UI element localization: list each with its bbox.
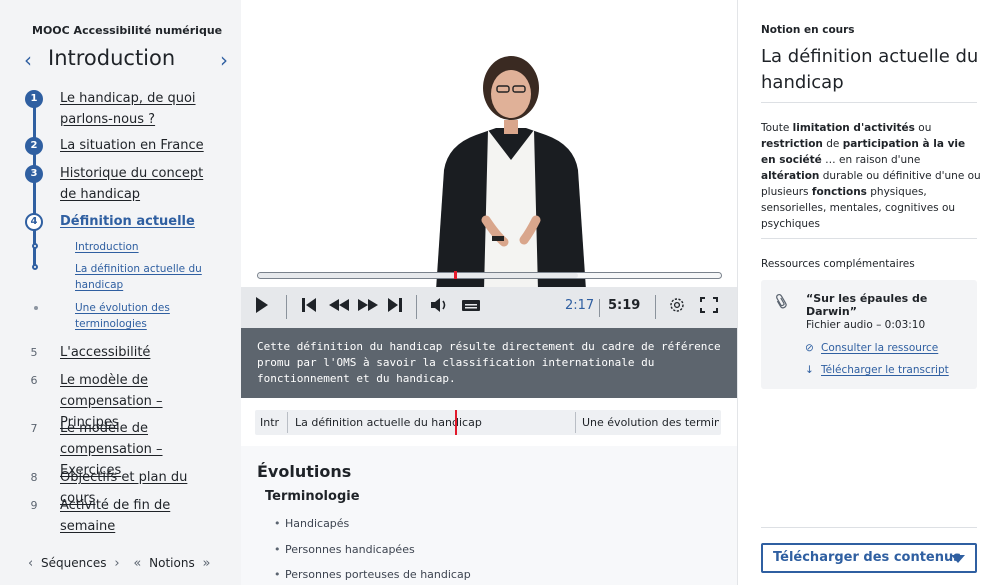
- subitem-introduction[interactable]: Introduction: [75, 239, 215, 255]
- chevron-right-icon[interactable]: ›: [220, 48, 228, 72]
- notion-label: Notion en cours: [761, 24, 855, 36]
- subitem-definition[interactable]: La définition actuelle du handicap: [75, 261, 215, 293]
- sequence-number: 6: [30, 374, 38, 387]
- subitem-marker: [34, 306, 38, 310]
- sequence-number: 1: [25, 90, 43, 108]
- resource-title: “Sur les épaules de Darwin”: [806, 292, 928, 318]
- download-transcript-label[interactable]: Télécharger le transcript: [821, 364, 949, 376]
- definition-text: ou: [914, 122, 932, 134]
- divider: [655, 295, 656, 319]
- consult-resource-label[interactable]: Consulter la ressource: [821, 342, 938, 354]
- sequence-label[interactable]: Le handicap, de quoi parlons-nous ?: [60, 88, 222, 130]
- transcript-text: Cette définition du handicap résulte dir…: [257, 340, 721, 385]
- sequence-label[interactable]: Activité de fin de semaine: [60, 495, 222, 537]
- sequence-number: 7: [30, 422, 38, 435]
- timeline-cursor[interactable]: [455, 410, 457, 435]
- definition-emphasis: limitation d'activités: [792, 122, 915, 134]
- chapter-timeline[interactable]: Intr La définition actuelle du handicap …: [255, 410, 721, 435]
- sequence-number: 3: [25, 165, 43, 183]
- notes-subheading: Terminologie: [265, 489, 360, 504]
- subitem-evolution[interactable]: Une évolution des terminologies: [75, 300, 215, 332]
- notes-heading: Évolutions: [257, 462, 352, 481]
- resource-card: “Sur les épaules de Darwin” Fichier audi…: [761, 280, 977, 389]
- notion-definition: Toute limitation d'activités ou restrict…: [761, 120, 981, 232]
- list-item: Personnes handicapées: [274, 543, 415, 556]
- download-transcript-link[interactable]: ↓ Télécharger le transcript: [805, 364, 949, 376]
- total-time: 5:19: [608, 298, 641, 313]
- divider: [287, 412, 288, 433]
- buffered-range: [258, 273, 578, 278]
- video-player[interactable]: [241, 0, 737, 328]
- divider: [761, 238, 977, 239]
- download-icon: ↓: [805, 364, 814, 376]
- sequence-number: 2: [25, 137, 43, 155]
- captions-icon[interactable]: [461, 296, 481, 318]
- definition-emphasis: restriction: [761, 138, 823, 150]
- notion-title: La définition actuelle du handicap: [761, 46, 979, 93]
- sequence-number: 5: [30, 346, 38, 359]
- definition-text: de: [822, 138, 843, 150]
- sequences-link[interactable]: Séquences: [41, 556, 106, 570]
- lesson-notes: Évolutions Terminologie Handicapés Perso…: [241, 446, 737, 585]
- course-sidebar: MOOC Accessibilité numérique ‹ Introduct…: [0, 0, 241, 585]
- section-title: Introduction: [48, 46, 176, 70]
- divider: [599, 299, 600, 317]
- sequence-label[interactable]: Historique du concept de handicap: [60, 163, 222, 205]
- resource-meta: Fichier audio – 0:03:10: [806, 319, 926, 331]
- skip-forward-icon[interactable]: [387, 296, 403, 318]
- chapter-intro[interactable]: Intr: [260, 410, 287, 435]
- player-controls: 2:17 5:19: [241, 287, 737, 328]
- download-contents-button[interactable]: Télécharger des contenus: [761, 543, 977, 573]
- sequence-number: 9: [30, 499, 38, 512]
- playhead-marker[interactable]: [454, 271, 457, 279]
- double-chevron-right-icon[interactable]: »: [203, 556, 211, 571]
- paperclip-icon: [771, 291, 793, 315]
- definition-emphasis: fonctions: [811, 186, 867, 198]
- fullscreen-icon[interactable]: [699, 296, 719, 318]
- double-chevron-left-icon[interactable]: «: [133, 556, 141, 571]
- course-title: MOOC Accessibilité numérique: [32, 24, 223, 37]
- link-icon: ⊘: [805, 342, 814, 354]
- sequence-number: 8: [30, 471, 38, 484]
- settings-gear-icon[interactable]: [668, 296, 686, 318]
- live-transcript: Cette définition du handicap résulte dir…: [241, 328, 737, 398]
- sequence-label[interactable]: La situation en France: [60, 135, 222, 156]
- definition-text: Toute: [761, 122, 793, 134]
- sequence-label[interactable]: L'accessibilité: [60, 342, 222, 363]
- definition-text: … en raison d'une: [821, 154, 921, 166]
- fast-forward-icon[interactable]: [357, 296, 379, 318]
- divider: [575, 412, 576, 433]
- sequence-number-current: 4: [25, 213, 43, 231]
- divider: [761, 102, 977, 103]
- consult-resource-link[interactable]: ⊘ Consulter la ressource: [805, 342, 938, 354]
- definition-emphasis: altération: [761, 170, 820, 182]
- divider: [761, 527, 977, 528]
- sequence-label-current[interactable]: Définition actuelle: [60, 211, 222, 232]
- download-contents-label: Télécharger des contenus: [773, 550, 961, 565]
- divider: [416, 295, 417, 319]
- current-time: 2:17: [565, 298, 595, 313]
- notions-link[interactable]: Notions: [149, 556, 195, 570]
- subitem-marker: [32, 264, 38, 270]
- video-progress-bar[interactable]: [257, 271, 722, 279]
- resources-label: Ressources complémentaires: [761, 258, 915, 270]
- chevron-right-icon[interactable]: ›: [114, 556, 119, 571]
- skip-back-icon[interactable]: [301, 296, 317, 318]
- section-nav: ‹ Introduction ›: [24, 46, 234, 74]
- notion-panel: Notion en cours La définition actuelle d…: [737, 0, 987, 585]
- list-item: Personnes porteuses de handicap: [274, 568, 471, 581]
- caret-down-icon: [951, 555, 965, 563]
- chapter-evolution[interactable]: Une évolution des termin: [582, 410, 719, 435]
- bottom-navigation: ‹ Séquences › « Notions »: [28, 556, 215, 571]
- divider: [286, 295, 287, 319]
- chapter-definition[interactable]: La définition actuelle du handicap: [295, 410, 570, 435]
- list-item: Handicapés: [274, 517, 349, 530]
- rewind-icon[interactable]: [328, 296, 350, 318]
- subitem-marker: [32, 243, 38, 249]
- presenter-video-frame: [436, 56, 586, 290]
- chevron-left-icon[interactable]: ‹: [28, 556, 33, 571]
- play-icon[interactable]: [255, 296, 269, 318]
- chevron-left-icon[interactable]: ‹: [24, 48, 32, 72]
- volume-icon[interactable]: [430, 296, 450, 318]
